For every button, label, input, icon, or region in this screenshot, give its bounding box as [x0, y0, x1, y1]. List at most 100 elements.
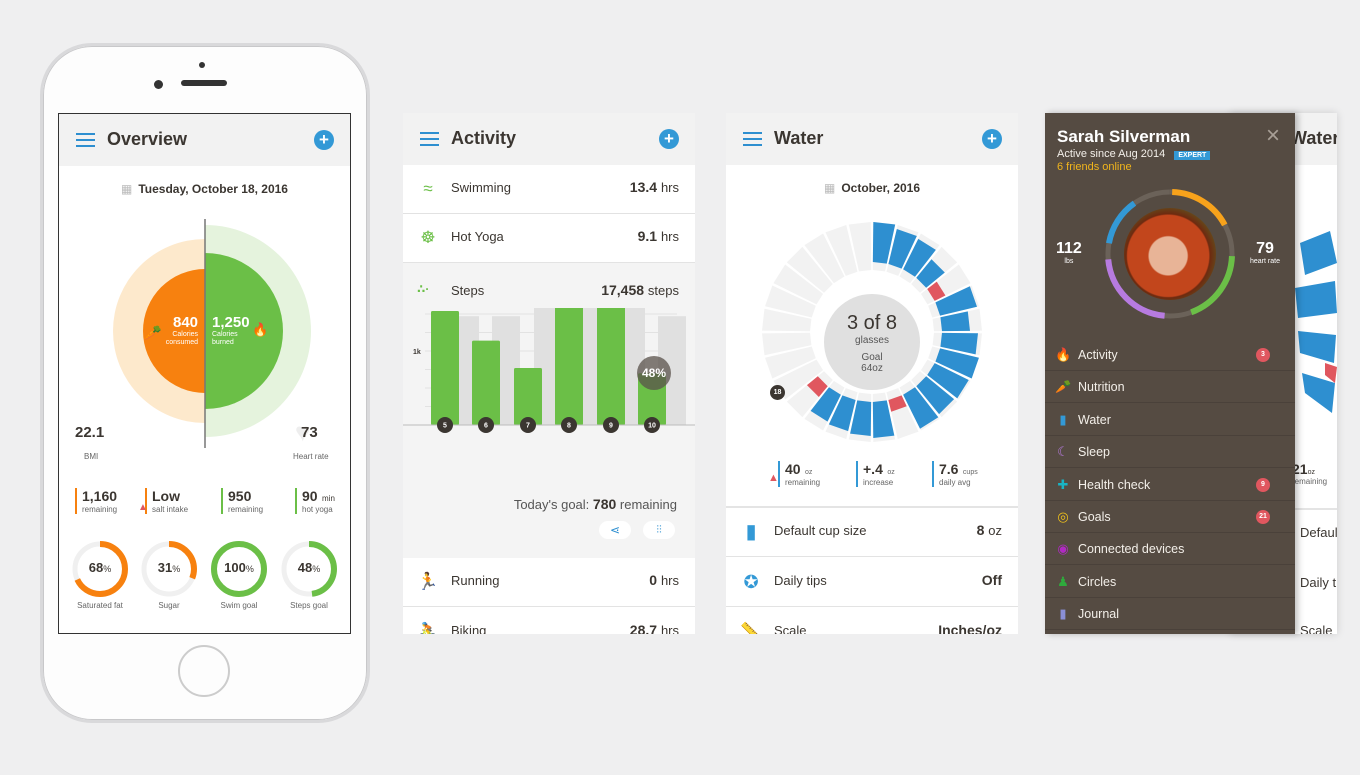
share-icon: ⋖: [609, 523, 621, 537]
friends-online-link[interactable]: 6 friends online: [1057, 161, 1132, 173]
x-tick-label: 5: [443, 423, 447, 430]
row-label: Default cup size: [774, 523, 867, 538]
row-value: 13.4 hrs: [630, 179, 679, 195]
consumed-value: 🥕: [143, 324, 162, 343]
steps-bar[interactable]: [555, 308, 583, 425]
unit: hrs: [660, 229, 679, 244]
menu-item-label: Goals: [1078, 510, 1111, 524]
menu-item-journal[interactable]: ▮ Journal: [1045, 598, 1295, 631]
x-tick-label: 9: [609, 423, 613, 430]
heart-rate-label: Heart rate: [293, 452, 329, 461]
avatar[interactable]: [1124, 208, 1216, 300]
steps-bar[interactable]: [597, 308, 625, 425]
glasses-label: glasses: [855, 335, 889, 346]
date-text: Tuesday, October 18, 2016: [138, 182, 288, 196]
ring-label: Sugar: [158, 601, 180, 610]
menu-item-water[interactable]: ▮ Water: [1045, 404, 1295, 436]
menu-item-connected-devices[interactable]: ◉ Connected devices: [1045, 533, 1295, 566]
row-label: Scale: [1300, 623, 1333, 634]
goal-prefix: Today's goal:: [513, 497, 590, 512]
percent-sign: %: [103, 564, 112, 574]
weight-stat: 112 lbs: [1056, 240, 1082, 265]
menu-item-label: Water: [1078, 412, 1111, 427]
row-value: 9.1 hrs: [638, 228, 679, 244]
stat-unit: cups: [962, 469, 978, 476]
add-button[interactable]: +: [314, 130, 334, 150]
carrot-icon: 🥕: [1055, 379, 1072, 395]
biking-icon: 🚴: [417, 622, 439, 634]
goal-value: 64oz: [861, 363, 883, 374]
menu-item-health-check[interactable]: ✚ Health check 9: [1045, 469, 1295, 501]
row-label: Running: [451, 573, 500, 588]
steps-bar[interactable]: [431, 311, 459, 425]
setting-row-scale[interactable]: 📏 Scale Inches/oz: [726, 608, 1018, 634]
label: lbs: [1064, 258, 1074, 265]
menu-item-circles[interactable]: ♟ Circles: [1045, 566, 1295, 598]
carrot-icon: 🥕: [143, 325, 162, 342]
menu-item-activity[interactable]: 🔥 Activity 3: [1045, 339, 1295, 371]
stat-value: 1,160: [82, 488, 118, 504]
add-button[interactable]: +: [982, 129, 1002, 149]
menu-item-nutrition[interactable]: 🥕 Nutrition: [1045, 371, 1295, 404]
activity-row-running[interactable]: 🏃 Running 0 hrs: [403, 558, 695, 607]
row-label: Default cup size: [1300, 525, 1337, 540]
row-value[interactable]: Inches/oz: [938, 622, 1002, 634]
activity-row-biking[interactable]: 🚴 Biking 28.7 hrs: [403, 608, 695, 634]
percent-badge-text: 48%: [642, 366, 666, 380]
goal-text: Today's goal: 780 remaining: [514, 496, 677, 512]
menu-icon[interactable]: [76, 133, 95, 147]
menu-icon[interactable]: [743, 132, 762, 146]
notification-badge: 21: [1256, 510, 1270, 524]
sliders-icon: ⫶⫶: [656, 524, 662, 536]
activity-row-hot-yoga[interactable]: ☸ Hot Yoga 9.1 hrs: [403, 214, 695, 263]
stat-label: daily avg: [939, 478, 971, 487]
menu-item-goals[interactable]: ◎ Goals 21: [1045, 501, 1295, 533]
since-text: Active since Aug 2014: [1057, 148, 1166, 160]
row-value: 0 hrs: [649, 572, 679, 588]
percent-sign: %: [312, 564, 321, 574]
flame-icon: 🔥: [252, 322, 269, 337]
summary-stat: 90 min hot yoga: [295, 488, 335, 514]
device-icon: ◉: [1057, 541, 1069, 557]
stat-label: hot yoga: [302, 505, 333, 514]
row-value: 28.7 hrs: [630, 622, 679, 634]
bmi-value: 22.1: [75, 424, 105, 441]
burned-number: 1,250: [212, 314, 250, 331]
steps-bar[interactable]: [472, 340, 500, 425]
close-icon[interactable]: ×: [1266, 124, 1280, 148]
menu-item-label: Sleep: [1078, 445, 1110, 460]
stat-unit: oz: [805, 469, 813, 476]
stat-label: remaining: [82, 505, 118, 514]
share-button[interactable]: ⋖: [599, 521, 631, 539]
stat-label: increase: [863, 478, 894, 487]
steps-bar[interactable]: [514, 368, 542, 425]
home-button[interactable]: [178, 645, 230, 697]
health-icon: ✚: [1057, 476, 1069, 492]
running-icon: 🏃: [417, 572, 439, 591]
menu-icon[interactable]: [420, 132, 439, 146]
summary-stat: 1,160 remaining: [75, 488, 117, 514]
menu-item-label: Journal: [1078, 607, 1119, 622]
flame-icon: 🔥: [1055, 347, 1072, 362]
value: 8: [976, 522, 985, 538]
filter-button[interactable]: ⫶⫶: [643, 521, 675, 539]
user-name: Sarah Silverman: [1057, 127, 1191, 146]
setting-row-cup-size[interactable]: ▮ Default cup size 8 oz: [726, 508, 1018, 557]
unit: hrs: [660, 573, 679, 588]
activity-row-swimming[interactable]: ≈ Swimming 13.4 hrs: [403, 165, 695, 214]
menu-item-sleep[interactable]: ☾ Sleep: [1045, 436, 1295, 469]
value: 28.7: [629, 622, 658, 634]
unit: hrs: [660, 180, 679, 195]
row-value[interactable]: Off: [982, 572, 1002, 588]
ring-label: Saturated fat: [77, 601, 123, 610]
page-title: Activity: [451, 128, 517, 148]
water-stat: +.4 oz increase: [856, 461, 895, 487]
add-button[interactable]: +: [659, 129, 679, 149]
glasses-count: 3 of 8: [846, 312, 898, 334]
goal-label: Goal: [861, 352, 883, 363]
menu-item-label: Health check: [1078, 477, 1151, 492]
row-label: Swimming: [451, 180, 511, 195]
tip-pin-icon: ✪: [743, 572, 759, 592]
value: 68: [88, 560, 104, 575]
setting-row-daily-tips[interactable]: ✪ Daily tips Off: [726, 558, 1018, 607]
